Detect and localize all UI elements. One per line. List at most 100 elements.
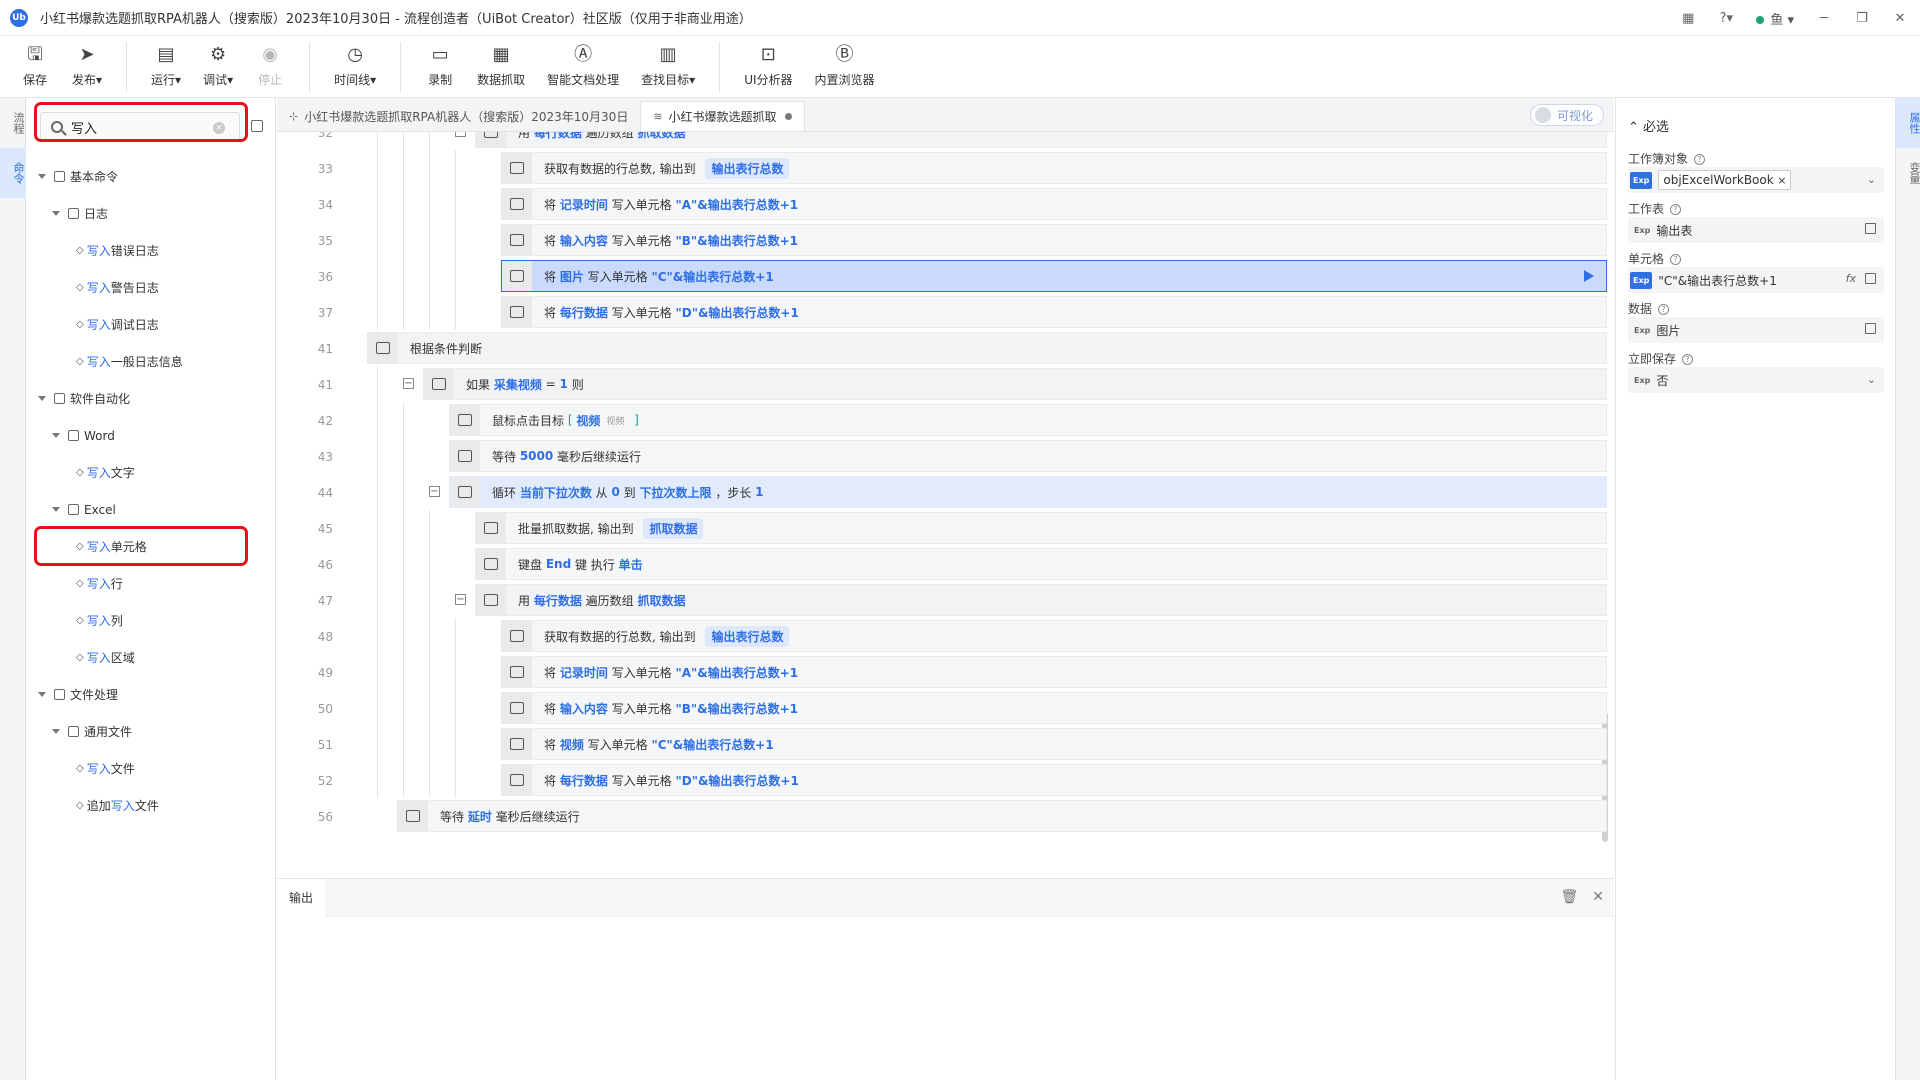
toolbar-clock-button[interactable]: ◷ 时间线▾ [334, 36, 376, 88]
chevron-down-icon[interactable]: ⌄ [1867, 173, 1876, 186]
property-field[interactable]: Exp "C"&输出表行总数+1 fx [1628, 267, 1884, 293]
toolbar-stop-button[interactable]: ◉ 停止 [255, 36, 285, 88]
command-category[interactable]: 文件处理 [26, 676, 276, 713]
flow-block[interactable]: 如果 采集视频 = 1 则 [423, 368, 1607, 400]
command-category[interactable]: 日志 [26, 195, 276, 232]
command-card[interactable]: 获取有数据的行总数, 输出到 输出表行总数 [501, 152, 1607, 184]
command-category[interactable]: 通用文件 [26, 713, 276, 750]
edit-button[interactable] [1865, 273, 1876, 287]
command-item[interactable]: ◇ 写入 单元格 [26, 528, 276, 565]
function-icon[interactable]: fx [1846, 272, 1856, 285]
toolbar-browser-button[interactable]: Ⓑ 内置浏览器 [815, 36, 875, 88]
visual-toggle[interactable]: 可视化 [1529, 104, 1604, 126]
toolbar-find-target-button[interactable]: ▥ 查找目标▾ [641, 36, 695, 88]
remove-chip-icon[interactable]: × [1774, 174, 1786, 187]
command-card[interactable]: 将 输入内容 写入单元格 "B"&输出表行总数+1 [501, 692, 1607, 724]
chevron-down-icon[interactable] [38, 692, 46, 697]
minimize-icon[interactable]: ─ [1816, 11, 1832, 26]
restore-icon[interactable]: ❐ [1854, 11, 1870, 26]
toolbar-data-capture-button[interactable]: ▦ 数据抓取 [477, 36, 525, 88]
command-card[interactable]: 将 每行数据 写入单元格 "D"&输出表行总数+1 [501, 764, 1607, 796]
toolbar-save-button[interactable]: 🖫 保存 [20, 36, 50, 88]
expression-mode-icon[interactable]: Exp [1634, 376, 1650, 385]
command-card[interactable]: 批量抓取数据, 输出到 抓取数据 [475, 512, 1607, 544]
close-icon[interactable]: ✕ [1892, 11, 1908, 26]
command-item[interactable]: ◇ 写入 调试日志 [26, 306, 276, 343]
trash-icon[interactable]: 🗑 [1560, 889, 1578, 905]
property-field[interactable]: Exp 输出表 [1628, 217, 1884, 243]
command-item[interactable]: ◇ 写入行 [26, 565, 276, 602]
command-category[interactable]: 基本命令 [26, 158, 276, 195]
property-field[interactable]: Exp 图片 [1628, 317, 1884, 343]
user-menu[interactable]: 鱼 ▾ [1756, 9, 1794, 28]
help-icon[interactable]: ? [1694, 154, 1706, 165]
run-line-icon[interactable] [1584, 270, 1594, 282]
command-card[interactable]: 将 视频 写入单元格 "C"&输出表行总数+1 [501, 728, 1607, 760]
chevron-down-icon[interactable] [52, 433, 60, 438]
clear-icon[interactable]: × [213, 122, 225, 134]
help-icon[interactable]: ? [1670, 254, 1682, 265]
command-card[interactable]: 将 输入内容 写入单元格 "B"&输出表行总数+1 [501, 224, 1607, 256]
help-icon[interactable]: ?▾ [1718, 11, 1734, 26]
collapse-toggle-icon[interactable]: − [455, 132, 466, 137]
expression-mode-icon[interactable]: Exp [1630, 171, 1653, 189]
command-category[interactable]: 软件自动化 [26, 380, 276, 417]
command-card[interactable]: 鼠标点击目标 [ 视频 视频 ] [449, 404, 1607, 436]
chevron-down-icon[interactable] [52, 729, 60, 734]
collapse-toggle-icon[interactable]: − [429, 486, 440, 497]
command-item[interactable]: ◇ 写入 错误日志 [26, 232, 276, 269]
close-panel-icon[interactable]: ✕ [1592, 889, 1604, 905]
command-card[interactable]: 等待 5000 毫秒后继续运行 [449, 440, 1607, 472]
command-item[interactable]: ◇ 追加 写入 文件 [26, 787, 276, 824]
chevron-down-icon[interactable]: ⌄ [1867, 373, 1876, 386]
chevron-down-icon[interactable] [52, 507, 60, 512]
tab-flow[interactable]: 流程 [0, 98, 26, 148]
command-item[interactable]: ◇ 写入列 [26, 602, 276, 639]
command-card[interactable]: 将 记录时间 写入单元格 "A"&输出表行总数+1 [501, 188, 1607, 220]
command-card[interactable]: 等待 延时 毫秒后继续运行 [397, 800, 1607, 832]
command-item[interactable]: ◇ 写入 文字 [26, 454, 276, 491]
command-card[interactable]: 将 图片 写入单元格 "C"&输出表行总数+1 [501, 260, 1607, 292]
edit-button[interactable] [1865, 223, 1876, 237]
command-search-input[interactable] [71, 119, 201, 135]
tab-variables[interactable]: 变量 [1896, 148, 1920, 198]
tab-output[interactable]: 输出 [277, 878, 326, 917]
flow-block[interactable]: 用 每行数据 遍历数组 抓取数据 [475, 584, 1607, 616]
property-field[interactable]: Exp objExcelWorkBook × ⌄ [1628, 167, 1884, 193]
collapse-toggle-icon[interactable]: − [455, 594, 466, 605]
edit-button[interactable] [1865, 323, 1876, 337]
expression-mode-icon[interactable]: Exp [1634, 326, 1650, 335]
expression-mode-icon[interactable]: Exp [1630, 271, 1653, 289]
property-field[interactable]: Exp 否 ⌄ [1628, 367, 1884, 393]
help-icon[interactable]: ? [1658, 304, 1670, 315]
expression-mode-icon[interactable]: Exp [1634, 226, 1650, 235]
command-category[interactable]: Excel [26, 491, 276, 528]
toolbar-ai-doc-button[interactable]: Ⓐ 智能文档处理 [547, 36, 619, 88]
command-item[interactable]: ◇ 写入 区域 [26, 639, 276, 676]
toolbar-record-button[interactable]: ▭ 录制 [425, 36, 455, 88]
command-item[interactable]: ◇ 写入 文件 [26, 750, 276, 787]
flow-block[interactable]: 用 每行数据 遍历数组 抓取数据 [475, 132, 1607, 148]
tab-current-block[interactable]: ≋ 小红书爆款选题抓取 [640, 101, 805, 131]
filter-icon[interactable] [251, 120, 263, 132]
flow-block[interactable]: 根据条件判断 [367, 332, 1607, 364]
command-item[interactable]: ◇ 写入 一般日志信息 [26, 343, 276, 380]
apps-icon[interactable]: ▦ [1680, 11, 1696, 26]
chevron-down-icon[interactable] [38, 396, 46, 401]
command-item[interactable]: ◇ 写入 警告日志 [26, 269, 276, 306]
collapse-toggle-icon[interactable]: − [403, 378, 414, 389]
section-required[interactable]: ⌃ 必选 [1628, 116, 1669, 135]
tab-properties[interactable]: 属性 [1896, 98, 1920, 148]
command-card[interactable]: 键盘 End 键 执行 单击 [475, 548, 1607, 580]
chevron-down-icon[interactable] [52, 211, 60, 216]
command-card[interactable]: 获取有数据的行总数, 输出到 输出表行总数 [501, 620, 1607, 652]
tab-commands[interactable]: 命令 [0, 148, 26, 198]
flow-block[interactable]: 循环 当前下拉次数 从 0 到 下拉次数上限 ，步长 1 [449, 476, 1607, 508]
toolbar-run-button[interactable]: ▤ 运行▾ [151, 36, 181, 88]
tab-main-flow[interactable]: ⊹ 小红书爆款选题抓取RPA机器人（搜索版）2023年10月30日 [277, 101, 640, 131]
toolbar-debug-button[interactable]: ⚙ 调试▾ [203, 36, 233, 88]
command-category[interactable]: Word [26, 417, 276, 454]
command-card[interactable]: 将 记录时间 写入单元格 "A"&输出表行总数+1 [501, 656, 1607, 688]
command-card[interactable]: 将 每行数据 写入单元格 "D"&输出表行总数+1 [501, 296, 1607, 328]
toolbar-send-button[interactable]: ➤ 发布▾ [72, 36, 102, 88]
